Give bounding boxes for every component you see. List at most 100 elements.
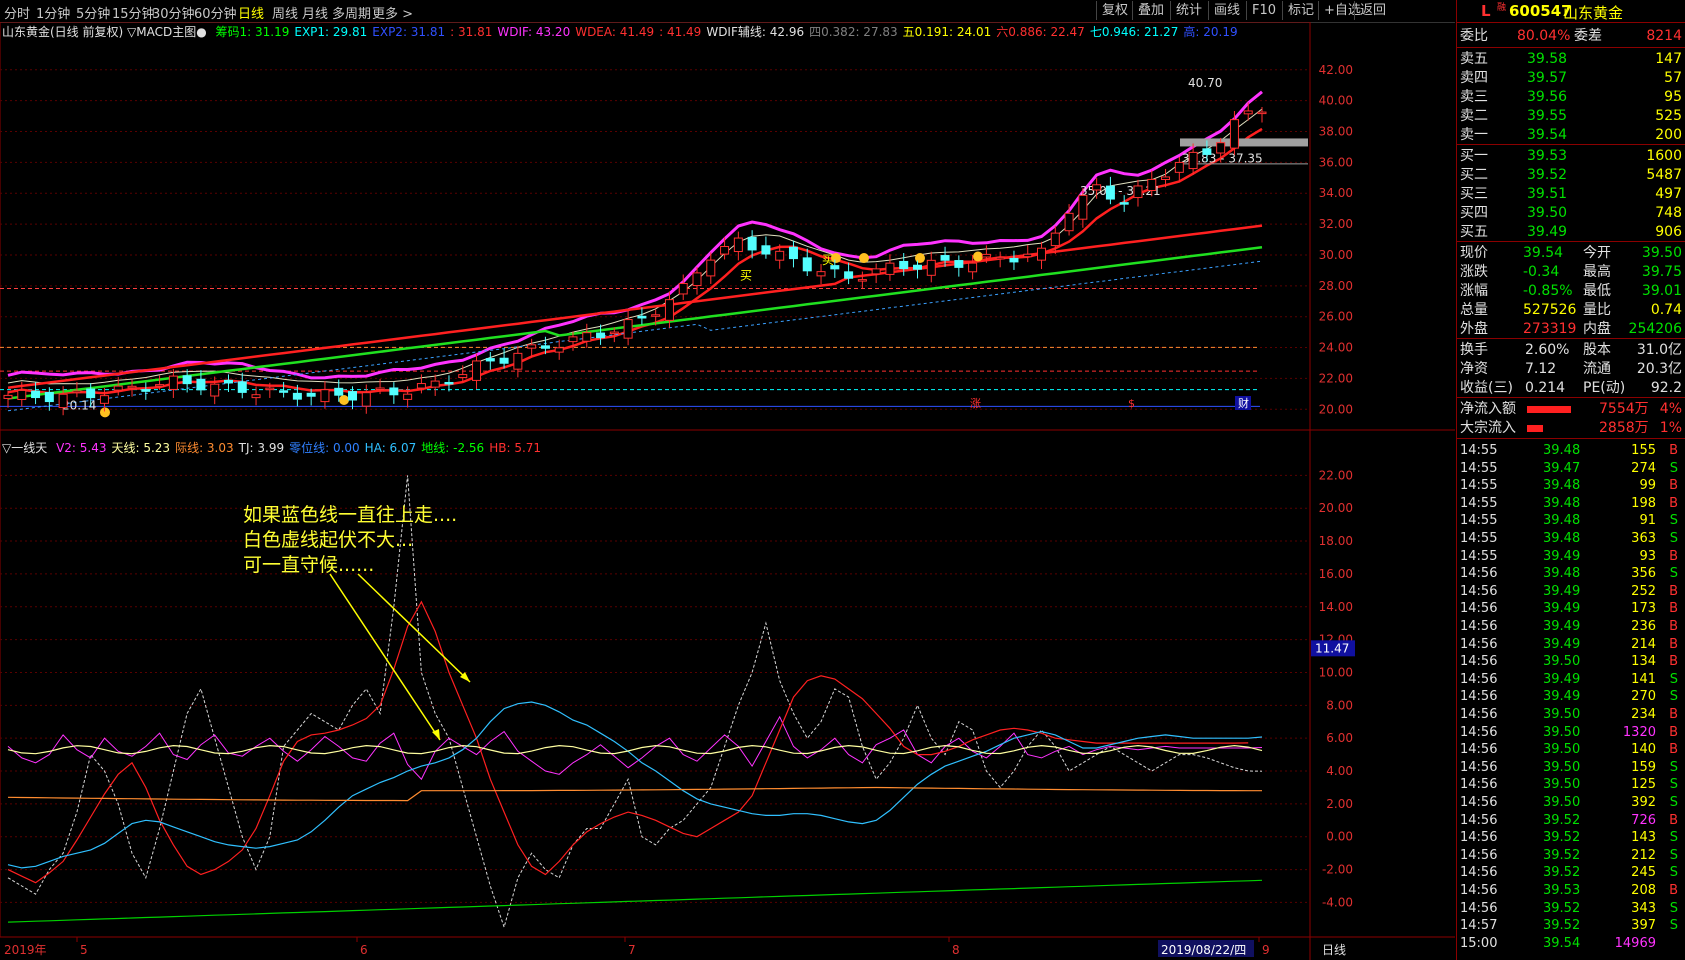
toolbar-button-2[interactable]: 统计 xyxy=(1170,1,1207,20)
sub-y-tick-label: 2.00 xyxy=(1326,797,1353,811)
y-tick-label: 28.00 xyxy=(1319,279,1353,293)
candle-body xyxy=(844,271,854,279)
candle-body xyxy=(706,259,716,277)
coin-icon xyxy=(859,253,869,264)
chart-area[interactable]: 40.7036.83 - 37.3535.08 - 35.2120.14买买涨 $… xyxy=(0,22,1455,960)
period-label: 日线 xyxy=(1322,943,1346,957)
main-indicator-name[interactable]: ▽MACD主图● xyxy=(127,25,207,39)
toolbar-button-0[interactable]: 复权 xyxy=(1096,1,1133,20)
legend-item: 五0.191: 24.01 xyxy=(902,25,992,39)
annotation-text: 如果蓝色线一直往上走.... 白色虚线起伏不大... 可一直守候...... xyxy=(243,503,457,578)
period-toolbar: 分时 1分钟 5分钟 15分钟 30分钟 60分钟 日线 周线 月线 多周期 更多 > 复权 叠加 统计画… xyxy=(0,0,1455,23)
quote-panel: L 融 600547 山东黄金 委比 80.04% 委差 8214 卖五 39.5… xyxy=(1456,0,1685,960)
tick-row: 14:56 39.49 236 B xyxy=(1460,619,1678,634)
bid-row: 买五 39.49 906 xyxy=(1460,224,1682,240)
period-tab-6[interactable]: 日线 xyxy=(238,3,264,22)
tick-row: 14:56 39.50 392 S xyxy=(1460,795,1678,810)
toolbar-button-7[interactable]: 返回 xyxy=(1354,1,1391,20)
toolbar-button-1[interactable]: 叠加 xyxy=(1132,1,1169,20)
legend-item: 六0.886: 22.47 xyxy=(996,25,1085,39)
stock-name: 山东黄金 xyxy=(1563,4,1624,22)
current-value-label: 11.47 xyxy=(1315,641,1349,655)
candle-body xyxy=(540,345,550,349)
candle-body xyxy=(155,384,165,387)
tick-row: 14:55 39.48 99 B xyxy=(1460,478,1678,494)
candle-body xyxy=(485,358,495,362)
toolbar-button-5[interactable]: 标记 xyxy=(1282,1,1319,20)
tick-row: 14:55 39.47 274 S xyxy=(1460,460,1678,476)
ask-row: 卖三 39.56 95 xyxy=(1460,89,1682,105)
tick-row: 14:56 39.48 356 S xyxy=(1460,566,1678,582)
candle-body xyxy=(1257,111,1267,115)
candle-body xyxy=(416,383,426,389)
stat2-row: 收益(三) 0.214 PE(动) 92.2 xyxy=(1460,380,1682,396)
legend-item: 天线: 5.23 xyxy=(111,441,171,455)
candle-body xyxy=(926,259,936,276)
candle-body xyxy=(1147,178,1157,192)
period-tab-7[interactable]: 周线 xyxy=(272,3,298,22)
ha-line xyxy=(7,701,1263,869)
candle-body xyxy=(72,390,82,394)
tick-row: 14:56 39.49 214 B xyxy=(1460,636,1678,652)
period-tab-9[interactable]: 多周期 xyxy=(332,3,371,22)
candle-body xyxy=(113,385,123,391)
period-tab-4[interactable]: 30分钟 xyxy=(152,3,195,22)
candle-body xyxy=(127,385,137,389)
event-marker-dollar[interactable]: $ xyxy=(1128,397,1135,410)
y-tick-label: 26.00 xyxy=(1319,310,1353,324)
y-tick-label: 30.00 xyxy=(1319,248,1353,262)
coin-icon xyxy=(339,395,349,406)
tick-row: 14:55 39.48 363 S xyxy=(1460,531,1678,546)
flag-label: L xyxy=(1481,2,1491,20)
y-tick-label: 24.00 xyxy=(1319,341,1353,355)
period-tab-2[interactable]: 5分钟 xyxy=(76,3,110,22)
candle-body xyxy=(871,268,881,275)
candle-body xyxy=(306,392,316,397)
ask-row: 卖二 39.55 525 xyxy=(1460,108,1682,124)
period-tab-1[interactable]: 1分钟 xyxy=(36,3,70,22)
date-cursor-label: 2019/08/22/四 xyxy=(1161,943,1246,957)
legend-item: 七0.946: 21.27 xyxy=(1089,25,1179,39)
period-tab-8[interactable]: 月线 xyxy=(302,3,328,22)
candle-body xyxy=(1023,253,1033,258)
candle-body xyxy=(403,393,413,400)
coin-icon xyxy=(973,251,983,262)
period-tab-0[interactable]: 分时 xyxy=(4,3,30,22)
candle-body xyxy=(1037,247,1047,261)
legend-item: : 31.81 xyxy=(450,25,493,39)
period-tab-3[interactable]: 15分钟 xyxy=(112,3,155,22)
y-tick-label: 36.00 xyxy=(1319,155,1353,169)
flow-bar xyxy=(1527,425,1543,432)
toolbar-button-3[interactable]: 画线 xyxy=(1208,1,1245,20)
period-tab-5[interactable]: 60分钟 xyxy=(194,3,237,22)
stat-row: 总量 527526 量比 0.74 xyxy=(1460,302,1682,318)
ask-row: 卖四 39.57 57 xyxy=(1460,70,1682,86)
candle-body xyxy=(58,393,68,409)
sub-indicator-name[interactable]: ▽一线天 xyxy=(2,441,47,455)
main-legend: 山东黄金(日线 前复权) ▽MACD主图● 筹码1: 31.19 EXP1: 29… xyxy=(2,23,1238,39)
candle-body xyxy=(1133,185,1143,199)
legend-item: 零位线: 0.00 xyxy=(289,441,360,455)
event-marker-zhang[interactable]: 涨 xyxy=(970,397,981,410)
candle-body xyxy=(17,389,27,401)
toolbar-button-4[interactable]: F10 xyxy=(1246,1,1281,20)
y-tick-label: 42.00 xyxy=(1319,63,1353,77)
candle-body xyxy=(265,387,275,391)
chip-line xyxy=(7,245,1263,400)
ask-row: 卖一 39.54 200 xyxy=(1460,127,1682,143)
tick-row: 14:56 39.50 234 B xyxy=(1460,707,1678,722)
wdif-line xyxy=(7,90,1263,380)
border-line xyxy=(7,786,1262,802)
flow-row: 大宗流入 2858万 1% xyxy=(1460,420,1682,436)
legend-item: TJ: 3.99 xyxy=(238,441,285,455)
candle-body xyxy=(3,394,13,399)
annotation-line-2: 白色虚线起伏不大... xyxy=(243,529,414,551)
tick-row: 14:55 39.48 91 S xyxy=(1460,513,1678,529)
tick-row: 15:00 39.54 14969 xyxy=(1460,935,1656,951)
period-tab-10[interactable]: 更多 > xyxy=(372,3,413,22)
candle-body xyxy=(981,253,991,258)
sub-y-tick-label: 18.00 xyxy=(1319,534,1353,548)
candle-body xyxy=(1078,194,1088,220)
candle-body xyxy=(1009,257,1019,263)
event-marker-cai[interactable]: 财 xyxy=(1238,396,1249,410)
